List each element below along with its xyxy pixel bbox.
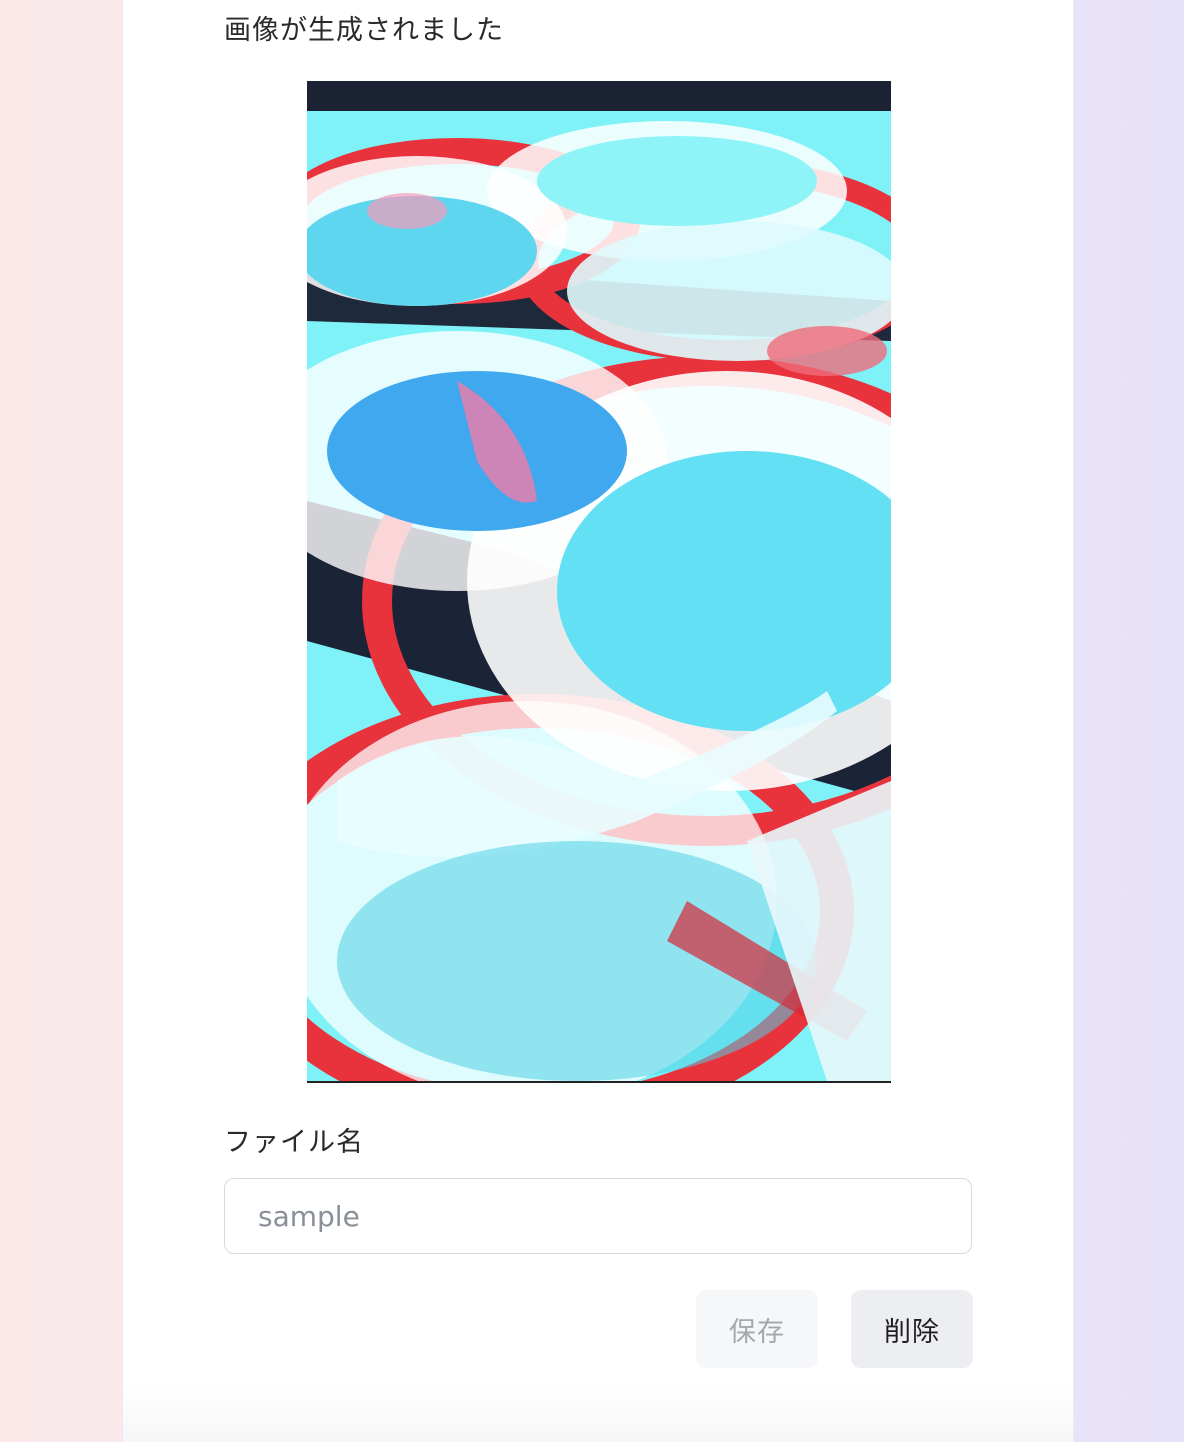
save-button[interactable]: 保存 <box>696 1290 818 1368</box>
filename-input[interactable] <box>224 1178 972 1254</box>
filename-label: ファイル名 <box>224 1127 364 1158</box>
content-card: 画像が生成されました ファイル名 sample 保存 削除 <box>122 0 1074 1442</box>
delete-button[interactable]: 削除 <box>851 1290 973 1368</box>
generated-image <box>307 81 891 1083</box>
result-heading: 画像が生成されました <box>224 15 504 46</box>
